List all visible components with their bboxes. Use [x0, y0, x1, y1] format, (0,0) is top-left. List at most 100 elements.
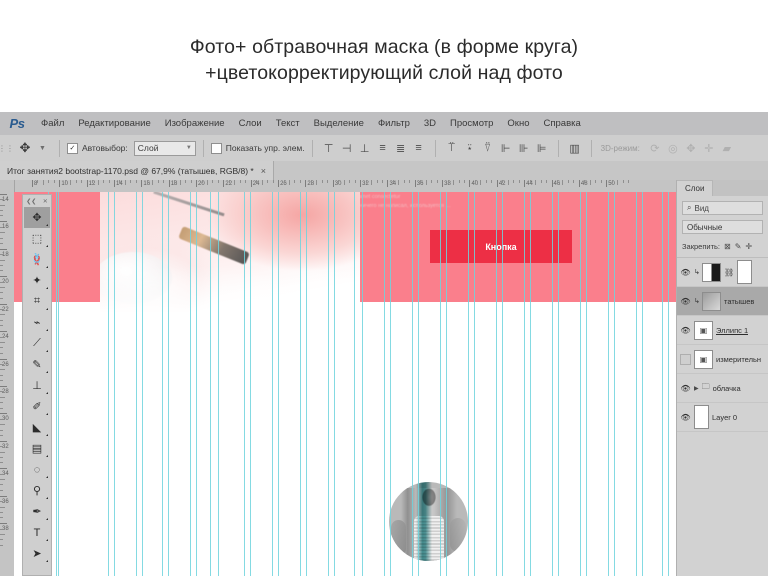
guide-line[interactable]	[300, 192, 301, 576]
menu-item-layers[interactable]: Слои	[232, 112, 269, 135]
align-horizontal-centers-icon[interactable]: ≣	[392, 138, 410, 158]
show-controls-checkbox[interactable]	[210, 142, 222, 154]
guide-line[interactable]	[468, 192, 469, 576]
history-brush-tool-icon[interactable]: ✐	[24, 396, 50, 417]
guide-line[interactable]	[58, 192, 59, 576]
align-right-edges-icon[interactable]: ≡	[410, 138, 428, 158]
layer-row[interactable]: 👁 ▣ Эллипс 1	[677, 316, 768, 345]
guide-line[interactable]	[196, 192, 197, 576]
layer-visibility-eye-icon[interactable]	[680, 353, 691, 365]
close-icon[interactable]: ×	[261, 166, 266, 176]
guide-line[interactable]	[362, 192, 363, 576]
lock-position-icon[interactable]: ✛	[745, 242, 752, 251]
eyedropper-tool-icon[interactable]: ⌁	[24, 312, 50, 333]
layer-name[interactable]: татышев	[724, 297, 754, 306]
close-icon[interactable]: ✕	[43, 198, 48, 205]
pan-3d-icon[interactable]: ✥	[682, 138, 700, 158]
document-tab[interactable]: Итог занятия2 bootstrap-1170.psd @ 67,9%…	[0, 161, 275, 180]
rotate-3d-icon[interactable]: ⟳	[646, 138, 664, 158]
lock-image-pixels-icon[interactable]: ✎	[735, 242, 742, 251]
pen-tool-icon[interactable]: ✒	[24, 501, 50, 522]
guide-line[interactable]	[190, 192, 191, 576]
guide-line[interactable]	[552, 192, 553, 576]
layer-name[interactable]: измерительн	[716, 355, 761, 364]
collapse-icon[interactable]: ❮❮	[26, 198, 36, 205]
align-vertical-centers-icon[interactable]: ⊣	[338, 138, 356, 158]
guide-line[interactable]	[250, 192, 251, 576]
vertical-ruler[interactable]: 14 16 18 20 22 24 26 28 30 32 34 36 38	[0, 180, 15, 576]
tools-panel[interactable]: ❮❮ ✕ ✥ ⬚ 🪢 ✦ ⌗ ⌁ ⟋ ✎ ⊥ ✐ ◣ ▤ ◌ ⚲ ✒ T ➤	[22, 194, 52, 576]
distribute-bottom-icon[interactable]: ⍢	[479, 138, 497, 158]
align-left-edges-icon[interactable]: ≡	[374, 138, 392, 158]
guide-line[interactable]	[168, 192, 169, 576]
healing-brush-tool-icon[interactable]: ⟋	[24, 333, 50, 354]
layer-name[interactable]: Эллипс 1	[716, 326, 748, 335]
guide-line[interactable]	[474, 192, 475, 576]
rectangular-marquee-tool-icon[interactable]: ⬚	[24, 228, 50, 249]
layer-link-icon[interactable]: ⛓	[724, 268, 734, 277]
align-top-edges-icon[interactable]: ⊤	[320, 138, 338, 158]
guide-line[interactable]	[56, 192, 57, 576]
move-tool-icon[interactable]: ✥	[12, 137, 38, 159]
layer-mask-thumbnail[interactable]	[737, 260, 753, 284]
guide-line[interactable]	[440, 192, 441, 576]
guide-line[interactable]	[614, 192, 615, 576]
guide-line[interactable]	[306, 192, 307, 576]
clipping-mask-circle-photo[interactable]	[389, 482, 468, 561]
guide-line[interactable]	[136, 192, 137, 576]
layer-thumbnail[interactable]: ▣	[694, 349, 713, 369]
guide-line[interactable]	[218, 192, 219, 576]
distribute-top-icon[interactable]: ⍡	[443, 138, 461, 158]
lock-transparent-pixels-icon[interactable]: ⊠	[724, 242, 731, 251]
layer-row[interactable]: 👁 ↳ татышев	[677, 287, 768, 316]
hero-button[interactable]: Кнопка	[430, 230, 572, 263]
roll-3d-icon[interactable]: ◎	[664, 138, 682, 158]
guide-line[interactable]	[390, 192, 391, 576]
dodge-tool-icon[interactable]: ⚲	[24, 480, 50, 501]
layer-visibility-eye-icon[interactable]: 👁	[680, 413, 691, 422]
tools-panel-header[interactable]: ❮❮ ✕	[23, 195, 51, 207]
clone-stamp-tool-icon[interactable]: ⊥	[24, 375, 50, 396]
options-bar-grip[interactable]: ⋮⋮	[0, 135, 14, 161]
guide-line[interactable]	[272, 192, 273, 576]
move-tool-icon[interactable]: ✥	[24, 207, 50, 228]
guide-line[interactable]	[142, 192, 143, 576]
menu-item-3d[interactable]: 3D	[417, 112, 443, 135]
autoselect-checkbox[interactable]: ✓	[66, 142, 78, 154]
blend-mode-select[interactable]: Обычные	[682, 220, 763, 234]
layer-thumbnail[interactable]	[702, 262, 721, 282]
menu-item-image[interactable]: Изображение	[158, 112, 232, 135]
distribute-horizontal-center-icon[interactable]: ⊪	[515, 138, 533, 158]
menu-item-edit[interactable]: Редактирование	[71, 112, 157, 135]
tab-layers[interactable]: Слои	[677, 180, 714, 196]
layer-visibility-eye-icon[interactable]: 👁	[680, 384, 691, 393]
group-expand-chevron-icon[interactable]: ▶	[694, 385, 699, 392]
layer-thumbnail[interactable]	[702, 291, 721, 311]
canvas-area[interactable]: Lorem ipsum dolor sit amet consectetur Е…	[14, 192, 676, 576]
path-selection-tool-icon[interactable]: ➤	[24, 543, 50, 564]
layer-visibility-eye-icon[interactable]: 👁	[680, 326, 691, 335]
guide-line[interactable]	[524, 192, 525, 576]
align-bottom-edges-icon[interactable]: ⊥	[356, 138, 374, 158]
layer-name[interactable]: Layer 0	[712, 413, 737, 422]
guide-line[interactable]	[662, 192, 663, 576]
auto-align-layers-icon[interactable]: ▥	[566, 138, 584, 158]
guide-line[interactable]	[328, 192, 329, 576]
type-tool-icon[interactable]: T	[24, 522, 50, 543]
guide-line[interactable]	[496, 192, 497, 576]
guide-line[interactable]	[114, 192, 115, 576]
distribute-right-icon[interactable]: ⊫	[533, 138, 551, 158]
menu-item-select[interactable]: Выделение	[307, 112, 371, 135]
guide-line[interactable]	[636, 192, 637, 576]
guide-line[interactable]	[502, 192, 503, 576]
autoselect-scope-select[interactable]: Слой ▼	[133, 140, 196, 156]
layer-filter-search[interactable]: ⌕ Вид	[682, 201, 763, 215]
menu-item-filter[interactable]: Фильтр	[371, 112, 417, 135]
guide-line[interactable]	[354, 192, 355, 576]
guide-line[interactable]	[530, 192, 531, 576]
guide-line[interactable]	[668, 192, 669, 576]
menu-item-text[interactable]: Текст	[269, 112, 307, 135]
distribute-left-icon[interactable]: ⊩	[497, 138, 515, 158]
guide-line[interactable]	[642, 192, 643, 576]
lasso-tool-icon[interactable]: 🪢	[24, 249, 50, 270]
